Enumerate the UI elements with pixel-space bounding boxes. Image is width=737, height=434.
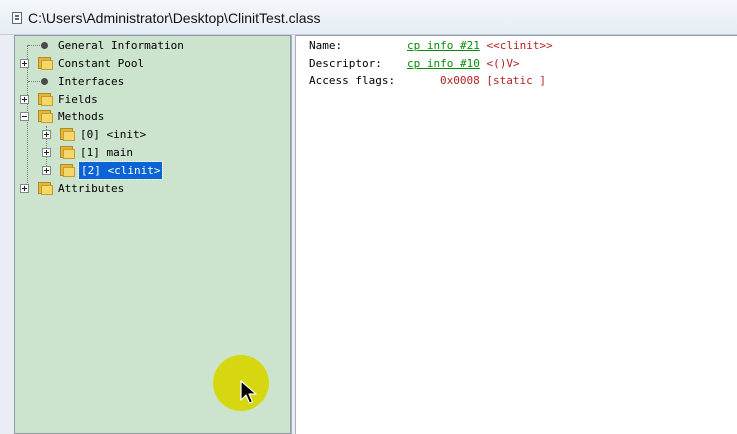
- cp-info-link[interactable]: cp info #10: [407, 57, 480, 70]
- expand-icon[interactable]: [20, 59, 29, 68]
- tree-item-label: Interfaces: [58, 75, 125, 88]
- folder-icon: [37, 182, 53, 195]
- tree-item-label: Methods: [58, 110, 105, 123]
- tree-item-label: Constant Pool: [58, 57, 145, 70]
- expand-icon[interactable]: [42, 166, 51, 175]
- tree-connector-line: [28, 81, 42, 82]
- folder-icon: [59, 164, 75, 177]
- expand-icon[interactable]: [42, 148, 51, 157]
- detail-key: Access flags:: [309, 74, 396, 87]
- window-title: C:\Users\Administrator\Desktop\ClinitTes…: [28, 10, 321, 26]
- mouse-cursor-icon: [240, 380, 257, 404]
- title-bar: C:\Users\Administrator\Desktop\ClinitTes…: [0, 0, 737, 35]
- tree-item-attributes[interactable]: Attributes: [15, 180, 285, 197]
- expand-icon[interactable]: [42, 130, 51, 139]
- collapse-icon[interactable]: [20, 112, 29, 121]
- folder-icon: [37, 93, 53, 106]
- tree-item-methods[interactable]: Methods: [15, 108, 285, 125]
- detail-key: Descriptor:: [309, 57, 382, 70]
- leaf-node-icon: [41, 78, 48, 85]
- tree-item-label: Fields: [58, 93, 98, 106]
- tree-item-label: Attributes: [58, 182, 125, 195]
- folder-open-icon: [37, 110, 53, 123]
- tree-item-label-selected: [2] <clinit>: [77, 161, 164, 180]
- expand-icon[interactable]: [20, 184, 29, 193]
- folder-icon: [59, 128, 75, 141]
- expand-icon[interactable]: [20, 95, 29, 104]
- tree-item-label: [0] <init>: [80, 128, 147, 141]
- tree-item-fields[interactable]: Fields: [15, 91, 285, 108]
- detail-key: Name:: [309, 39, 343, 52]
- folder-icon: [59, 146, 75, 159]
- tree-item-interfaces[interactable]: Interfaces: [15, 73, 285, 90]
- leaf-node-icon: [41, 42, 48, 49]
- tree-connector-line: [28, 45, 42, 46]
- method-detail-panel: Name: cp info #21 <<clinit>> Descriptor:…: [296, 35, 737, 434]
- window-frame-left: [0, 35, 14, 434]
- tree-item-constant-pool[interactable]: Constant Pool: [15, 55, 285, 72]
- detail-value: 0x0008 [static ]: [440, 74, 546, 87]
- tree-item-method-clinit[interactable]: [2] <clinit>: [15, 161, 285, 180]
- tree-item-label: General Information: [58, 39, 184, 52]
- detail-value: <<clinit>>: [486, 39, 553, 52]
- folder-icon: [37, 57, 53, 70]
- tree-item-label: [1] main: [80, 146, 133, 159]
- detail-value: <()V>: [486, 57, 520, 70]
- tree-item-general-information[interactable]: General Information: [15, 37, 285, 54]
- cp-info-link[interactable]: cp info #21: [407, 39, 480, 52]
- tree-item-method-init[interactable]: [0] <init>: [15, 126, 285, 143]
- window-icon: [12, 12, 22, 24]
- tree-item-method-main[interactable]: [1] main: [15, 144, 285, 161]
